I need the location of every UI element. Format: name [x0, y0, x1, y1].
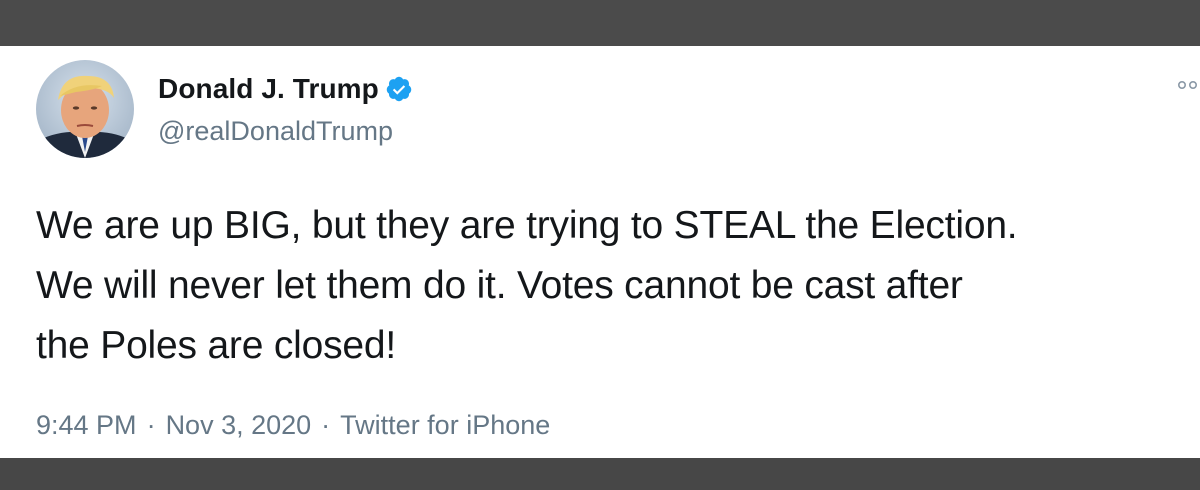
- display-name[interactable]: Donald J. Trump: [158, 73, 379, 105]
- tweet-source[interactable]: Twitter for iPhone: [340, 410, 550, 441]
- tweet-card: Donald J. Trump @realDonaldTrump We are …: [0, 46, 1200, 458]
- profile-avatar[interactable]: [36, 60, 134, 158]
- user-handle[interactable]: @realDonaldTrump: [158, 116, 393, 147]
- meta-separator: ·: [321, 410, 331, 440]
- verified-badge-icon: [385, 75, 413, 103]
- tweet-text: We are up BIG, but they are trying to ST…: [36, 204, 1018, 367]
- display-name-row: Donald J. Trump: [158, 72, 413, 106]
- bottom-frame-band: [0, 458, 1200, 490]
- avatar-image: [36, 60, 134, 158]
- tweet-date[interactable]: Nov 3, 2020: [166, 410, 312, 441]
- tweet-time[interactable]: 9:44 PM: [36, 410, 137, 441]
- meta-separator: ·: [146, 410, 156, 440]
- more-options-icon[interactable]: [1176, 78, 1200, 92]
- tweet-meta: 9:44 PM · Nov 3, 2020 · Twitter for iPho…: [36, 410, 550, 441]
- top-frame-band: [0, 0, 1200, 46]
